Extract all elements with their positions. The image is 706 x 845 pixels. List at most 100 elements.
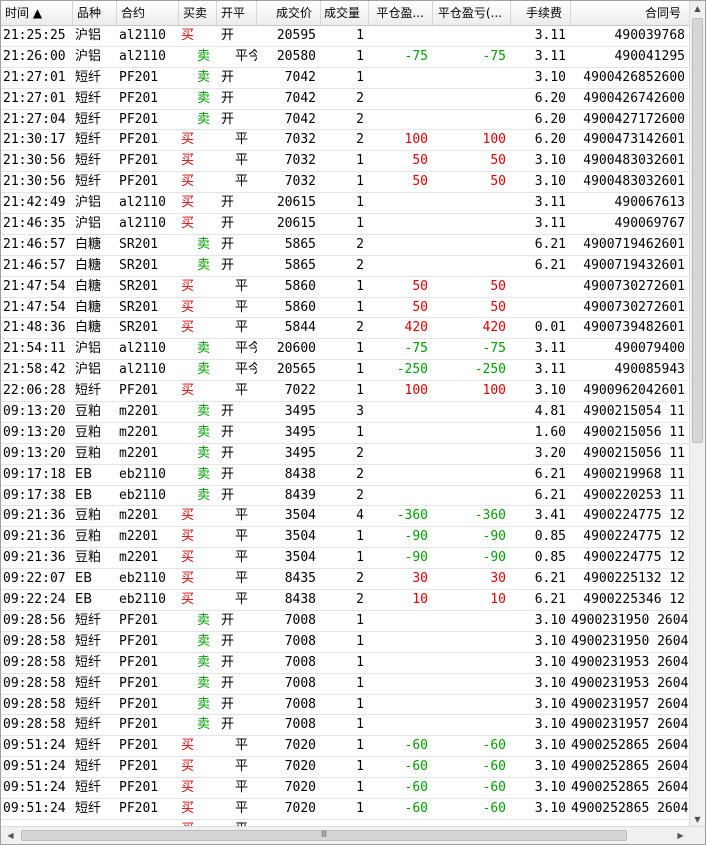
cell-order-id: 4900426742600 (583, 90, 685, 106)
column-header-close-pnl[interactable]: 平仓盈... (369, 1, 433, 25)
cell-order-id: 4900231957 2604 (571, 696, 689, 712)
table-row[interactable]: 09:22:24 EB eb2110 买 平 8438 2 10 10 6.21 490022534… (1, 590, 690, 611)
scroll-left-arrow-icon[interactable]: ◀ (3, 828, 18, 843)
table-row[interactable]: 21:30:56 短纤 PF201 买 平 7032 1 50 50 3.10 4900483032… (1, 172, 690, 194)
table-row[interactable]: 09:51:24 短纤 PF201 买 平 7020 1 -60 -60 3.10 49002528… (1, 778, 690, 799)
table-row[interactable]: 09:51:24 短纤 PF201 买 平 7020 1 -60 -60 3.10 49002528… (1, 736, 690, 758)
cell-price: 7032 (284, 153, 316, 169)
table-row[interactable]: 21:27:01 短纤 PF201 卖开 7042 2 6.20 4900426742600 (1, 89, 690, 110)
table-row[interactable]: 21:27:01 短纤 PF201 卖开 7042 1 3.10 4900426852600 (1, 68, 690, 89)
cell-time: 21:47:54 (3, 299, 66, 315)
cell-fee: 3.11 (534, 195, 566, 211)
cell-price: 7008 (284, 612, 316, 628)
cell-fee (511, 277, 571, 297)
cell-time: 09:28:58 (3, 675, 66, 691)
table-row[interactable]: 21:48:36 白糖 SR201 买 平 5844 2 420 420 0.01 49007394… (1, 318, 690, 340)
table-row[interactable]: 21:26:00 沪铝 al2110 卖 平今 20580 1 -75 -75 3.11 49004… (1, 47, 690, 68)
cell-fee: 3.10 (534, 633, 566, 649)
cell-time: 21:26:00 (3, 48, 66, 64)
table-row[interactable]: 21:47:54 白糖 SR201 买 平 5860 1 50 50 4900730272601 (1, 298, 690, 319)
table-row[interactable]: 21:46:35 沪铝 al2110 买 开 20615 1 3.11 490069767 (1, 214, 690, 235)
table-row[interactable]: 09:13:20 豆粕 m2201 卖开 3495 2 3.20 4900215056 11 (1, 444, 690, 465)
table-row[interactable]: 21:58:42 沪铝 al2110 卖 平今 20565 1 -250 -250 3.11 490… (1, 360, 690, 382)
cell-direction: 卖 (197, 654, 211, 670)
cell-time: 09:28:58 (3, 696, 66, 712)
cell-price: 7008 (284, 696, 316, 712)
cell-product: EB (75, 571, 93, 587)
cell-close-pnl-alt: -75 (482, 341, 506, 357)
table-row[interactable]: 21:46:57 白糖 SR201 卖开 5865 2 6.21 4900719462601 (1, 235, 690, 256)
table-row[interactable]: 09:28:56 短纤 PF201 卖开 7008 1 3.10 4900231950 260… (1, 611, 690, 632)
table-row[interactable]: 09:22:07 EB eb2110 买 平 8435 2 30 30 6.21 490022513… (1, 569, 690, 591)
table-row[interactable]: 22:06:28 短纤 PF201 买 平 7022 1 100 100 3.10 49009620… (1, 381, 690, 403)
cell-close-pnl-alt: 100 (482, 132, 506, 148)
horizontal-scroll-thumb[interactable]: Ⅲ (21, 830, 627, 841)
cell-close-pnl-alt (433, 193, 511, 213)
horizontal-scrollbar[interactable]: ◀ Ⅲ ▶ (1, 826, 705, 844)
table-row[interactable]: 09:28:58 短纤 PF201 卖开 7008 1 3.10 4900231957 260… (1, 695, 690, 716)
table-row[interactable]: 21:42:49 沪铝 al2110 买 开 20615 1 3.11 490067613 (1, 193, 690, 215)
table-row[interactable]: 09:13:20 豆粕 m2201 卖开 3495 1 1.60 4900215056 11 (1, 423, 690, 444)
cell-fee: 6.20 (534, 111, 566, 127)
table-row[interactable]: 09:21:36 豆粕 m2201 买 平 3504 1 -90 -90 0.85 49002247… (1, 527, 690, 549)
cell-open-close: 平 (235, 132, 249, 148)
table-row[interactable]: 21:25:25 沪铝 al2110 买 开 20595 1 3.11 490039768 (1, 26, 690, 47)
column-header-contract[interactable]: 合约 (117, 1, 179, 25)
table-row[interactable]: 09:28:58 短纤 PF201 卖开 7008 1 3.10 4900231950 260… (1, 632, 690, 653)
cell-open-close: 开 (221, 487, 235, 503)
cell-time: 21:25:25 (3, 28, 66, 43)
table-row[interactable]: 21:47:54 白糖 SR201 买 平 5860 1 50 50 4900730272601 (1, 277, 690, 298)
cell-time: 09:51:24 (3, 800, 66, 816)
cell-open-close: 开 (221, 111, 235, 127)
column-header-volume[interactable]: 成交量 (321, 1, 369, 25)
table-row[interactable]: 09:21:36 豆粕 m2201 买 平 3504 4 -360 -360 3.41 490022… (1, 506, 690, 528)
column-header-close-pnl-alt[interactable]: 平仓盈亏(... (433, 1, 511, 25)
table-row[interactable]: 09:51:24 短纤 PF201 买 平 7020 1 -60 -60 3.10 49002528… (1, 757, 690, 779)
cell-open-close: 开 (221, 216, 235, 232)
table-row[interactable]: 21:46:57 白糖 SR201 卖开 5865 2 6.21 4900719432601 (1, 256, 690, 277)
cell-time: 21:27:01 (3, 90, 66, 106)
table-row[interactable]: 09:28:58 短纤 PF201 卖开 7008 1 3.10 4900231953 260… (1, 674, 690, 695)
table-row[interactable]: 21:54:11 沪铝 al2110 卖 平今 20600 1 -75 -75 3.11 49007… (1, 339, 690, 361)
table-row[interactable]: 21:30:56 短纤 PF201 买 平 7032 1 50 50 3.10 4900483032… (1, 151, 690, 173)
vertical-scrollbar[interactable]: ▲ ▼ (689, 1, 705, 827)
cell-close-pnl: -360 (396, 508, 428, 524)
column-header-time[interactable]: 时间 ▲ (1, 1, 73, 25)
table-row[interactable]: 09:28:58 短纤 PF201 卖开 7008 1 3.10 4900231957 260… (1, 715, 690, 737)
cell-close-pnl: 420 (404, 320, 428, 336)
cell-contract: m2201 (119, 508, 159, 524)
table-row[interactable]: 09:17:18 EB eb2110 卖开 8438 2 6.21 4900219968 11 (1, 465, 690, 486)
trade-records-table: 时间 ▲ 品种 合约 买卖 开平 成交价 成交量 平仓盈... 平仓盈亏(...… (0, 0, 706, 845)
cell-volume: 2 (356, 466, 364, 482)
cell-contract: m2201 (119, 550, 159, 566)
column-header-product[interactable]: 品种 (73, 1, 117, 25)
column-header-price[interactable]: 成交价 (257, 1, 321, 25)
table-row[interactable]: 09:51:24 短纤 PF201 买 平 7020 1 -60 -60 3.10 49002528… (1, 799, 690, 820)
table-row[interactable]: 21:27:04 短纤 PF201 卖开 7042 2 6.20 4900427172600 (1, 110, 690, 131)
scroll-up-arrow-icon[interactable]: ▲ (690, 1, 705, 16)
cell-product: EB (75, 592, 93, 608)
cell-open-close: 开 (221, 236, 235, 252)
cell-fee: 6.21 (534, 466, 566, 482)
cell-order-id: 4900231950 2604 (571, 612, 689, 628)
table-row[interactable]: 09:17:38 EB eb2110 卖开 8439 2 6.21 4900220253 11 (1, 486, 690, 507)
vertical-scroll-thumb[interactable] (692, 18, 703, 443)
table-row[interactable]: 09:28:58 短纤 PF201 卖开 7008 1 3.10 4900231953 260… (1, 653, 690, 674)
cell-contract: m2201 (119, 404, 159, 420)
cell-close-pnl (369, 26, 433, 46)
cell-price: 5844 (284, 320, 316, 336)
column-header-order-id[interactable]: 合同号 (571, 1, 690, 25)
table-row[interactable]: 09:13:20 豆粕 m2201 卖开 3495 3 4.81 4900215054 11 (1, 402, 690, 423)
cell-close-pnl-alt (433, 653, 511, 673)
column-header-direction[interactable]: 买卖 (179, 1, 217, 25)
cell-product: 沪铝 (75, 341, 102, 357)
scroll-down-arrow-icon[interactable]: ▼ (690, 812, 705, 827)
cell-time: 21:46:57 (3, 257, 66, 273)
table-row[interactable]: 21:30:17 短纤 PF201 买 平 7032 2 100 100 6.20 49004731… (1, 130, 690, 152)
cell-close-pnl-alt: -75 (482, 48, 506, 64)
column-header-open-close[interactable]: 开平 (217, 1, 257, 25)
table-row[interactable]: 09:21:36 豆粕 m2201 买 平 3504 1 -90 -90 0.85 49002247… (1, 548, 690, 570)
cell-direction: 买 (181, 571, 195, 587)
scroll-right-arrow-icon[interactable]: ▶ (673, 828, 688, 843)
column-header-fee[interactable]: 手续费 (511, 1, 571, 25)
